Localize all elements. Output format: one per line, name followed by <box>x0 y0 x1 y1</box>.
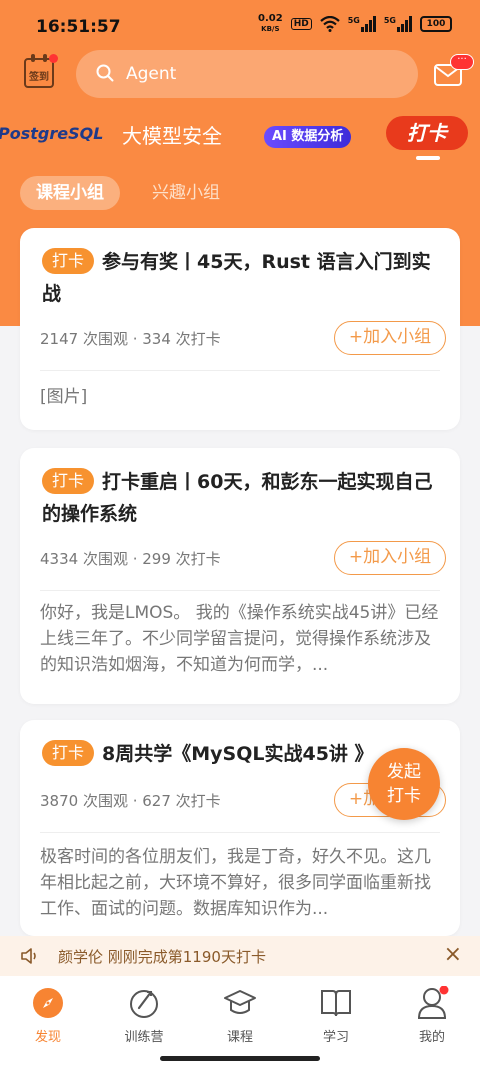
signal-2-icon: 5G <box>384 16 412 32</box>
card-stats: 4334 次围观 · 299 次打卡 <box>40 550 221 568</box>
nav-training-camp[interactable]: 训练营 <box>104 986 184 1045</box>
start-checkin-button[interactable]: 发起 打卡 <box>368 748 440 820</box>
signin-label: 签到 <box>29 72 49 83</box>
nav-profile[interactable]: 我的 <box>392 985 472 1045</box>
subtab-interest-groups[interactable]: 兴趣小组 <box>152 176 220 210</box>
book-icon <box>319 986 353 1020</box>
card-divider <box>40 370 440 371</box>
card-title: 打卡 打卡重启丨60天，和彭东一起实现自己的操作系统 <box>42 466 438 530</box>
checkin-notice-bar: 颜学伦 刚刚完成第1190天打卡 × <box>0 936 480 976</box>
signin-button[interactable]: 签到 <box>24 54 58 88</box>
group-card[interactable]: 打卡 参与有奖丨45天，Rust 语言入门到实战 2147 次围观 · 334 次… <box>20 228 460 430</box>
card-body: 极客时间的各位朋友们，我是丁奇，好久不见。这几年相比起之前，大环境不算好，很多同… <box>40 847 431 919</box>
close-icon[interactable]: × <box>444 942 462 967</box>
nav-learning[interactable]: 学习 <box>296 986 376 1045</box>
search-placeholder: Agent <box>126 64 177 84</box>
card-divider <box>40 590 440 591</box>
status-time: 16:51:57 <box>36 17 121 37</box>
join-group-button[interactable]: +加入小组 <box>334 321 446 355</box>
group-card[interactable]: 打卡 打卡重启丨60天，和彭东一起实现自己的操作系统 4334 次围观 · 299… <box>20 448 460 704</box>
notification-dot <box>49 54 58 63</box>
message-button[interactable]: ··· <box>434 54 474 86</box>
checkin-badge: 打卡 <box>42 248 95 274</box>
speaker-icon <box>21 948 36 964</box>
tab-llm-security[interactable]: 大模型安全 <box>122 120 222 149</box>
battery-icon: 100 <box>420 16 452 32</box>
hd-icon: HD <box>290 18 312 30</box>
checkin-badge: 打卡 <box>42 740 95 766</box>
active-tab-indicator <box>416 156 440 160</box>
tab-ai-data-analysis[interactable]: AI 数据分析 <box>264 126 352 148</box>
profile-icon <box>415 985 449 1020</box>
graduation-cap-icon <box>223 986 257 1020</box>
status-icons: 0.02 KB/S HD 5G 5G 100 <box>258 14 452 34</box>
card-stats: 2147 次围观 · 334 次打卡 <box>40 330 221 348</box>
subtab-course-groups[interactable]: 课程小组 <box>20 176 120 210</box>
join-group-button[interactable]: +加入小组 <box>334 541 446 575</box>
calendar-ring <box>31 54 35 62</box>
tab-checkin[interactable]: 打卡 <box>386 116 468 150</box>
training-icon <box>127 986 161 1020</box>
tab-postgresql[interactable]: PostgreSQL <box>0 124 103 143</box>
search-icon <box>96 64 114 82</box>
card-stats: 3870 次围观 · 627 次打卡 <box>40 792 221 810</box>
notice-text: 颜学伦 刚刚完成第1190天打卡 <box>58 948 266 966</box>
compass-icon <box>31 986 65 1020</box>
card-divider <box>40 832 440 833</box>
card-title: 打卡 参与有奖丨45天，Rust 语言入门到实战 <box>42 246 438 310</box>
search-bar[interactable]: Agent <box>76 50 418 98</box>
home-indicator <box>160 1056 320 1061</box>
wifi-icon <box>319 16 340 32</box>
message-badge: ··· <box>450 54 474 70</box>
card-body: 你好，我是LMOS。 我的《操作系统实战45讲》已经上线三年了。不少同学留言提问… <box>40 603 439 675</box>
calendar-ring <box>43 54 47 62</box>
signal-1-icon: 5G <box>348 16 376 32</box>
checkin-badge: 打卡 <box>42 468 95 494</box>
status-bar: 16:51:57 0.02 KB/S HD 5G 5G 100 <box>0 0 480 56</box>
category-tabs: PostgreSQL 大模型安全 AI 数据分析 打卡 <box>0 112 480 160</box>
nav-discover[interactable]: 发现 <box>8 986 88 1045</box>
card-body: [图片] <box>40 387 88 407</box>
net-speed: 0.02 KB/S <box>258 13 283 34</box>
nav-courses[interactable]: 课程 <box>200 986 280 1045</box>
top-header: 签到 Agent ··· <box>0 50 480 100</box>
